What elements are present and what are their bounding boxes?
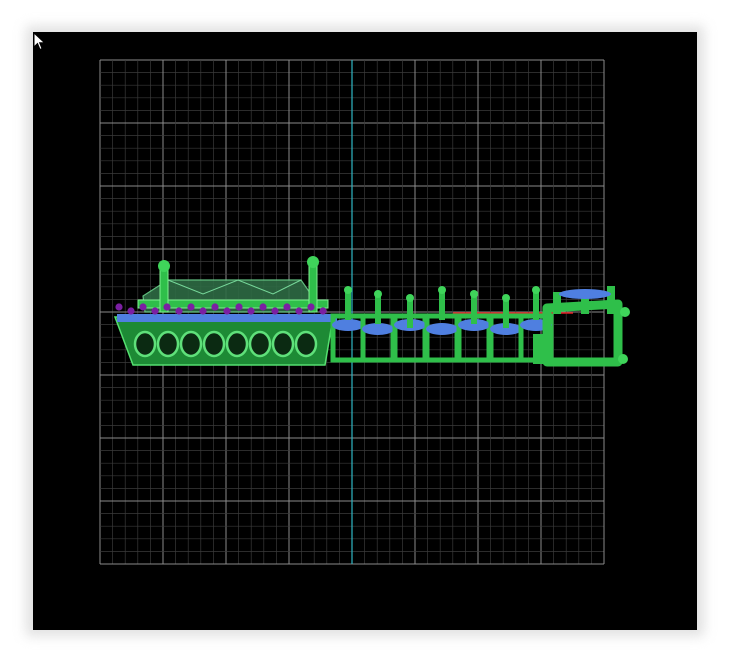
gallery-arch (294, 330, 318, 358)
bead (295, 307, 303, 315)
bead (259, 303, 267, 311)
bead (139, 303, 147, 311)
3d-viewport[interactable] (33, 32, 697, 630)
bead (247, 307, 255, 315)
clasp (533, 286, 630, 367)
bead (175, 307, 183, 315)
bead (115, 303, 123, 311)
gallery-arch (133, 330, 157, 358)
jewelry-model[interactable] (113, 256, 630, 367)
gallery-arch (248, 330, 272, 358)
gallery-arch (225, 330, 249, 358)
band-link (330, 286, 366, 363)
arrow-cursor-icon (33, 32, 46, 51)
bead (307, 303, 315, 311)
bead (319, 307, 327, 315)
bead (223, 307, 231, 315)
bead (187, 303, 195, 311)
gallery-arch (156, 330, 180, 358)
band-link (424, 286, 460, 363)
bead (211, 303, 219, 311)
bead (151, 307, 159, 315)
bead (127, 307, 135, 315)
bead (199, 307, 207, 315)
viewport-canvas[interactable] (33, 32, 697, 630)
bead (235, 303, 243, 311)
bead (163, 303, 171, 311)
bead (271, 307, 279, 315)
bead (283, 303, 291, 311)
gallery-arch (202, 330, 226, 358)
band-links (330, 286, 554, 363)
gallery-arch (271, 330, 295, 358)
gallery-arch (179, 330, 203, 358)
